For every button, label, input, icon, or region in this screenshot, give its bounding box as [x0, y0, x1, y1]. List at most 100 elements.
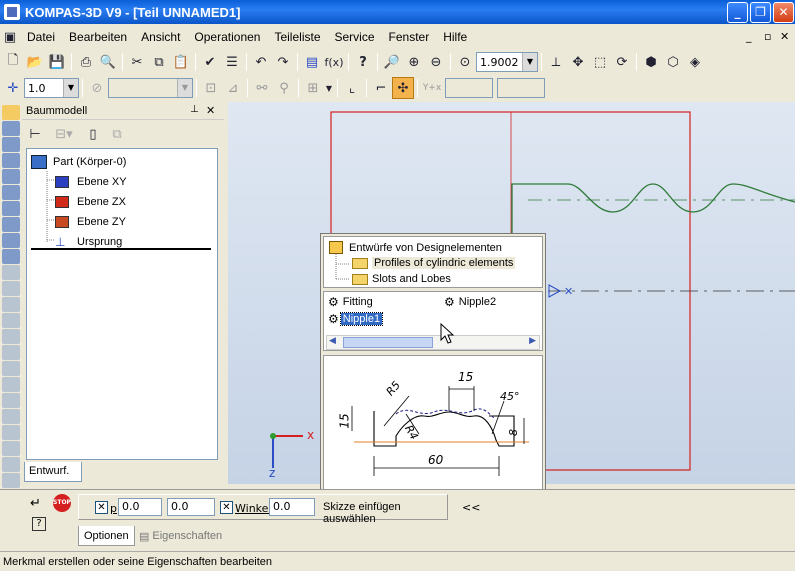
tool-13-icon[interactable] [2, 297, 20, 312]
mdi-close-button[interactable]: ✕ [780, 30, 789, 43]
link-icon[interactable]: ⚯ [251, 77, 273, 99]
tool-24-icon[interactable] [2, 473, 20, 488]
redo-icon[interactable]: ↷ [272, 51, 294, 73]
layer-icon[interactable]: ⊘ [86, 77, 108, 99]
shaded-view-icon[interactable]: ⬢ [640, 51, 662, 73]
hidden-lines-icon[interactable]: ◈ [684, 51, 706, 73]
zoom-out-icon[interactable]: ⊖ [425, 51, 447, 73]
print-icon[interactable]: ⎙ [75, 51, 97, 73]
scroll-thumb[interactable] [343, 337, 433, 348]
new-file-icon[interactable]: 🗋 [2, 51, 24, 73]
zoom-in-icon[interactable]: ⊕ [403, 51, 425, 73]
library-tree[interactable]: Entwürfe von Designelementen Profiles of… [323, 236, 543, 288]
zoom-window-icon[interactable]: 🔎 [381, 51, 403, 73]
zoom-scale-icon[interactable]: ⊙ [454, 51, 476, 73]
paste-icon[interactable]: 📋 [170, 51, 192, 73]
tool-12-icon[interactable] [2, 281, 20, 296]
pin-icon[interactable]: ⊥ [190, 104, 199, 115]
tab-entwurf[interactable]: Entwurf. [24, 462, 82, 482]
app-icon[interactable] [4, 4, 20, 20]
tree-view[interactable]: Part (Körper-0) Ebene XY Ebene ZX Ebene … [26, 148, 218, 460]
chevron-down-icon[interactable]: ▼ [324, 77, 334, 99]
tool-4-icon[interactable] [2, 153, 20, 168]
p-checkbox[interactable]: ✕ [95, 501, 108, 514]
menu-hilfe[interactable]: Hilfe [436, 30, 474, 44]
menu-teileliste[interactable]: Teileliste [267, 30, 327, 44]
document-icon[interactable]: ▣ [0, 26, 20, 48]
menu-bearbeiten[interactable]: Bearbeiten [62, 30, 134, 44]
help-icon[interactable]: ? [352, 51, 374, 73]
tool-2-icon[interactable] [2, 121, 20, 136]
menu-datei[interactable]: Datei [20, 30, 62, 44]
tool-19-icon[interactable] [2, 393, 20, 408]
zoom-all-icon[interactable]: ⬚ [589, 51, 611, 73]
minimize-button[interactable]: _ [727, 2, 748, 23]
tab-eigenschaften[interactable]: ▤ Eigenschaften [134, 526, 227, 546]
tool-17-icon[interactable] [2, 361, 20, 376]
enter-icon[interactable]: ↵ [30, 496, 41, 511]
library-item-fitting[interactable]: ⚙ Fitting [328, 295, 373, 309]
p2-input[interactable]: 0.0 [167, 498, 215, 516]
zoom-combo[interactable]: 1.9002 ▼ [476, 52, 538, 72]
collapse-button[interactable]: << [462, 501, 480, 514]
tool-6-icon[interactable] [2, 185, 20, 200]
library-root[interactable]: Entwürfe von Designelementen [329, 241, 502, 254]
library-folder-profiles[interactable]: Profiles of cylindric elements [352, 257, 516, 269]
cut-icon[interactable]: ✂ [126, 51, 148, 73]
tool-5-icon[interactable] [2, 169, 20, 184]
menu-service[interactable]: Service [328, 30, 382, 44]
chevron-down-icon[interactable]: ▼ [522, 53, 537, 71]
tool-7-icon[interactable] [2, 201, 20, 216]
orthogonal-icon[interactable]: ⌐ [370, 77, 392, 99]
properties-icon[interactable]: ✔ [199, 51, 221, 73]
tree-structure-icon[interactable]: ⊢ [26, 125, 44, 143]
menu-operationen[interactable]: Operationen [187, 30, 267, 44]
snap-icon[interactable]: ✛ [2, 77, 24, 99]
tab-optionen[interactable]: Optionen [78, 526, 135, 546]
tool-14-icon[interactable] [2, 313, 20, 328]
winkel-input[interactable]: 0.0 [269, 498, 315, 516]
tree-filter-icon[interactable]: ⊟▾ [50, 125, 78, 143]
sketch-icon[interactable]: ⊡ [200, 77, 222, 99]
tool-15-icon[interactable] [2, 329, 20, 344]
tool-3-icon[interactable] [2, 137, 20, 152]
function-icon[interactable]: f(x) [323, 51, 345, 73]
maximize-button[interactable]: ❐ [750, 2, 771, 23]
scroll-right-icon[interactable]: ▶ [529, 336, 536, 346]
constraint-icon[interactable]: ⚲ [273, 77, 295, 99]
menu-fenster[interactable]: Fenster [382, 30, 437, 44]
open-file-icon[interactable]: 📂 [24, 51, 46, 73]
pan-icon[interactable]: ✥ [567, 51, 589, 73]
stop-icon[interactable]: STOP [53, 494, 71, 512]
list-icon[interactable]: ☰ [221, 51, 243, 73]
active-snap-icon[interactable]: ✣ [392, 77, 414, 99]
tree-close-button[interactable]: ✕ [206, 104, 215, 117]
coordinate-system-icon[interactable]: ⌞ [341, 77, 363, 99]
close-button[interactable]: ✕ [773, 2, 794, 23]
tool-1-icon[interactable] [2, 105, 20, 120]
p1-input[interactable]: 0.0 [118, 498, 162, 516]
mdi-restore-button[interactable]: ▫ [764, 30, 771, 43]
mdi-minimize-button[interactable]: _ [746, 30, 752, 43]
tool-20-icon[interactable] [2, 409, 20, 424]
edit-sketch-icon[interactable]: ⊿ [222, 77, 244, 99]
tree-properties-icon[interactable]: ▯ [84, 125, 102, 143]
tree-copy-icon[interactable]: ⧉ [108, 125, 126, 143]
grid-icon[interactable]: ⊞ [302, 77, 324, 99]
tool-10-icon[interactable] [2, 249, 20, 264]
tool-21-icon[interactable] [2, 425, 20, 440]
coord-x-field[interactable] [445, 78, 493, 98]
library-folder-slots[interactable]: Slots and Lobes [352, 273, 451, 285]
coordinates-icon[interactable]: Y+x [421, 77, 443, 99]
scale-combo[interactable]: 1.0 ▼ [24, 78, 79, 98]
print-preview-icon[interactable]: 🔍 [97, 51, 119, 73]
coord-y-field[interactable] [497, 78, 545, 98]
chevron-down-icon[interactable]: ▼ [63, 79, 78, 97]
library-items-list[interactable]: ⚙ Fitting ⚙ Nipple2 ⚙ Nipple1 ◀ ▶ [323, 291, 543, 351]
tool-9-icon[interactable] [2, 233, 20, 248]
library-icon[interactable]: ▤ [301, 51, 323, 73]
style-combo[interactable]: ▼ [108, 78, 193, 98]
help-icon[interactable]: ? [32, 517, 46, 531]
menu-ansicht[interactable]: Ansicht [134, 30, 187, 44]
copy-icon[interactable]: ⧉ [148, 51, 170, 73]
